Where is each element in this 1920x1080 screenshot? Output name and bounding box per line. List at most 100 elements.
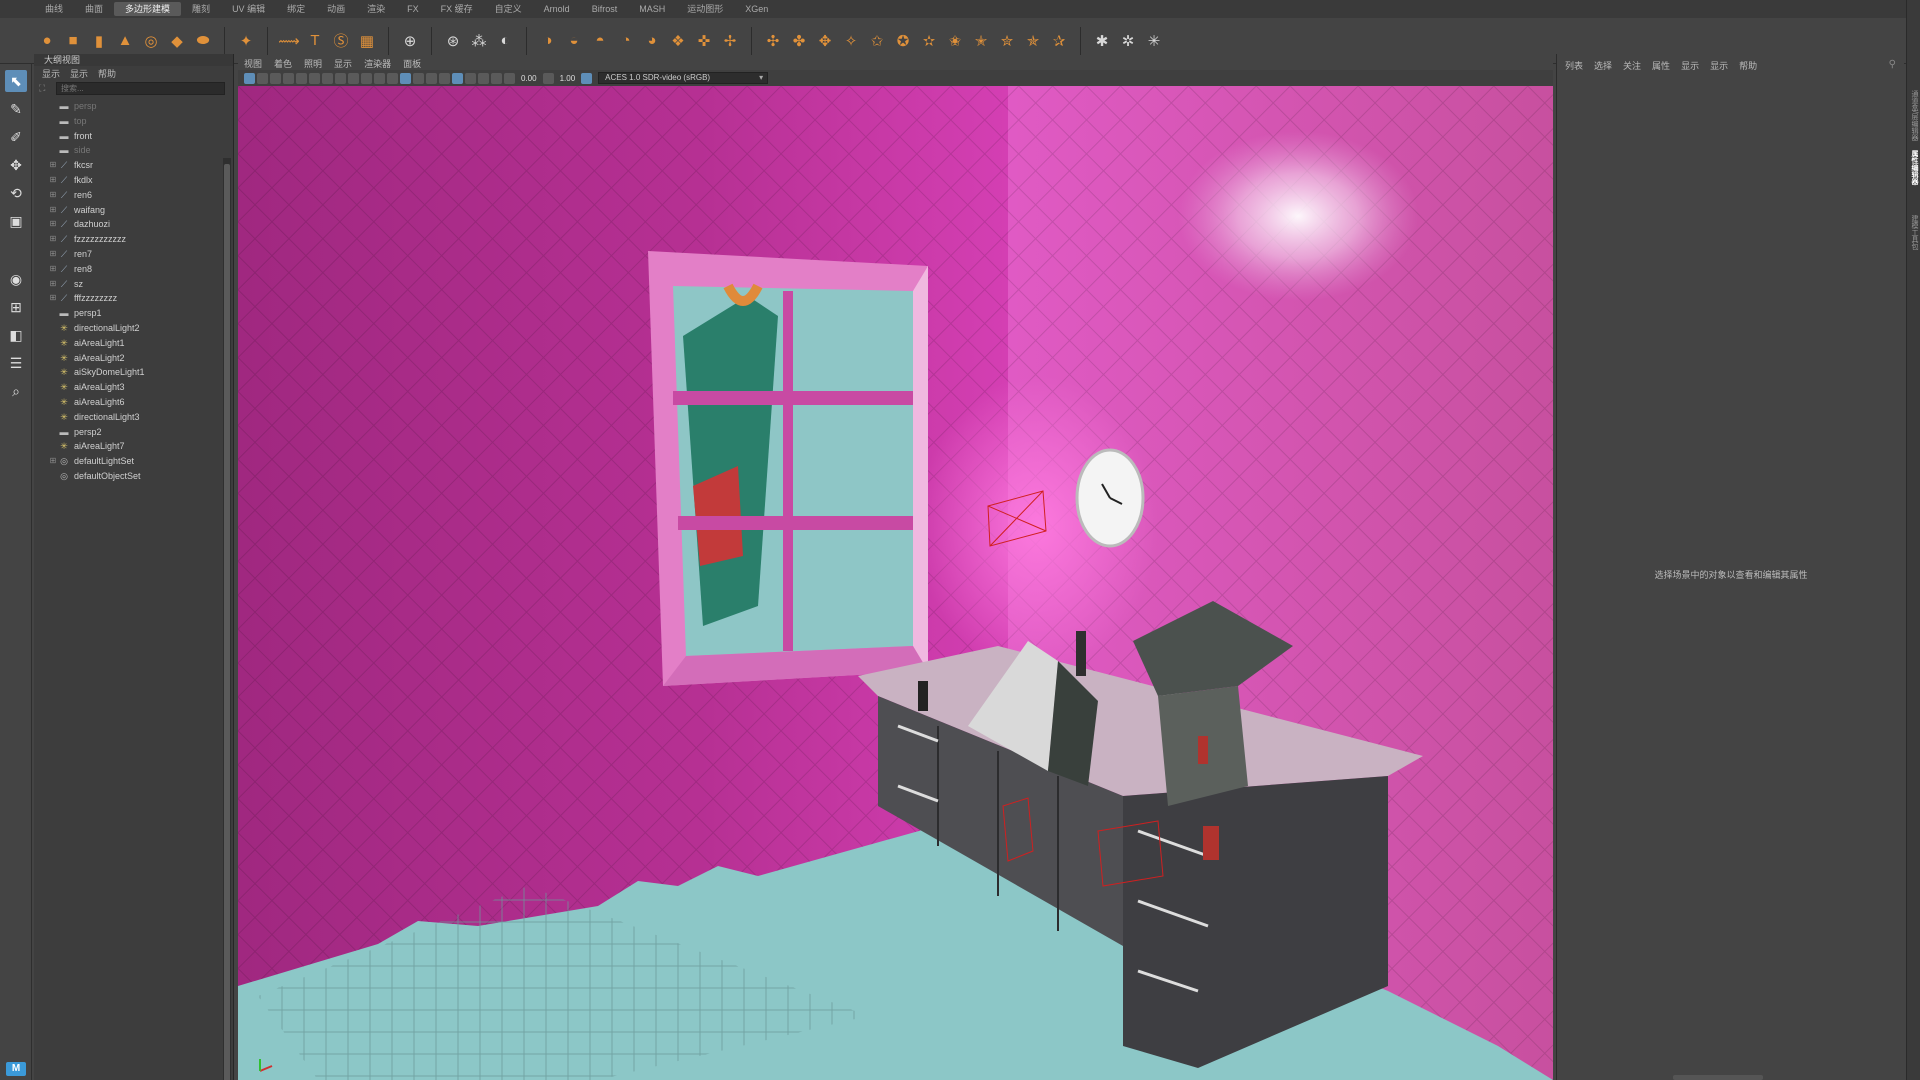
grid-icon[interactable]: ⊕ (399, 30, 421, 52)
select-camera-icon[interactable] (244, 72, 255, 84)
outliner-item[interactable]: ⊞ ⟋ fkdlx (48, 173, 233, 188)
color-management-icon[interactable] (581, 72, 593, 84)
plane-icon[interactable]: ◆ (166, 30, 188, 52)
viewport-menu-item[interactable]: 视图 (244, 57, 262, 70)
outliner-item[interactable]: ⊞ ⟋ waifang (48, 203, 233, 218)
gamma-field[interactable]: 1.00 (556, 74, 580, 83)
expand-icon[interactable]: ⊞ (48, 158, 58, 173)
attribute-editor-menu-item[interactable]: 显示 (1681, 59, 1699, 72)
shelf-tab[interactable]: 运动图形 (676, 2, 734, 16)
outliner-menu-item[interactable]: 显示 (42, 67, 60, 80)
shelf-tab[interactable]: 绑定 (276, 2, 316, 16)
sphere-icon[interactable]: ● (36, 30, 58, 52)
safe-title-icon[interactable] (374, 72, 385, 84)
expand-icon[interactable]: ⊞ (48, 232, 58, 247)
outliner-item[interactable]: ⊞ ⟋ sz (48, 277, 233, 292)
image-plane-icon[interactable] (283, 72, 294, 84)
bridge-icon[interactable]: ✤ (788, 30, 810, 52)
shelf-tab[interactable]: XGen (734, 2, 779, 16)
isolate-select-icon[interactable] (452, 72, 463, 84)
disc-icon[interactable]: ⬬ (192, 30, 214, 52)
bookmarks-icon[interactable] (270, 72, 281, 84)
lasso-tool-icon[interactable]: ✎ (5, 98, 27, 120)
attribute-editor-menu-item[interactable]: 列表 (1565, 59, 1583, 72)
attribute-editor-menu-item[interactable]: 关注 (1623, 59, 1641, 72)
safe-action-icon[interactable] (361, 72, 372, 84)
superellipse-icon[interactable]: ✦ (235, 30, 257, 52)
3d-viewport[interactable] (238, 86, 1553, 1080)
paint-select-icon[interactable]: ✐ (5, 126, 27, 148)
xray-joints-icon[interactable] (478, 72, 489, 84)
smooth-shade-icon[interactable] (400, 72, 411, 84)
textured-icon[interactable] (413, 72, 424, 84)
sweep-icon[interactable]: ⟿ (278, 30, 300, 52)
four-view-icon[interactable]: ⊞ (5, 296, 27, 318)
expand-icon[interactable]: ⊞ (48, 203, 58, 218)
text-icon[interactable]: Ⓢ (330, 30, 352, 52)
outliner-layout-icon[interactable]: ☰ (5, 352, 27, 374)
outliner-item[interactable]: ⊞ ⟋ ren8 (48, 262, 233, 277)
scale-tool-icon[interactable]: ▣ (5, 210, 27, 232)
outliner-scroll-thumb[interactable] (224, 164, 230, 1080)
outliner-item[interactable]: ✳ aiAreaLight2 (48, 351, 233, 366)
attribute-editor-scrollbar[interactable] (1673, 1075, 1763, 1080)
attribute-editor-menu-item[interactable]: 帮助 (1739, 59, 1757, 72)
outliner-item[interactable]: ▬ side (48, 143, 233, 158)
exposure-field[interactable]: 0.00 (517, 74, 541, 83)
outliner-item[interactable]: ✳ aiAreaLight7 (48, 439, 233, 454)
gate-mask-icon[interactable] (335, 72, 346, 84)
shelf-tab[interactable]: 多边形建模 (114, 2, 182, 16)
extrude-icon[interactable]: ✣ (762, 30, 784, 52)
outliner-item[interactable]: ✳ aiAreaLight3 (48, 380, 233, 395)
camera-attributes-icon[interactable] (257, 72, 268, 84)
expand-icon[interactable]: ⊞ (48, 217, 58, 232)
outliner-item[interactable]: ⊞ ⟋ fkcsr (48, 158, 233, 173)
backface-icon[interactable] (491, 72, 502, 84)
shelf-tab[interactable]: Bifrost (581, 2, 629, 16)
slide-edge-icon[interactable]: ✰ (1048, 30, 1070, 52)
freeze-icon[interactable]: ◐ (494, 30, 516, 52)
search-tool-icon[interactable]: ⌕ (5, 380, 27, 402)
select-tool-icon[interactable]: ⬉ (5, 70, 27, 92)
shelf-tab[interactable]: 雕刻 (181, 2, 221, 16)
viewport-menu-item[interactable]: 渲染器 (364, 57, 391, 70)
outliner-item[interactable]: ✳ aiAreaLight1 (48, 336, 233, 351)
shelf-tab[interactable]: 渲染 (356, 2, 396, 16)
collapse-icon[interactable]: ✭ (970, 30, 992, 52)
attribute-editor-menu-item[interactable]: 显示 (1710, 59, 1728, 72)
outliner-item[interactable]: ▬ front (48, 129, 233, 144)
uv-planar-icon[interactable]: ✱ (1091, 30, 1113, 52)
outliner-item[interactable]: ✳ directionalLight3 (48, 410, 233, 425)
insert-loop-icon[interactable]: ✮ (996, 30, 1018, 52)
exposure-icon[interactable] (504, 72, 515, 84)
attribute-editor-menu-item[interactable]: 属性 (1652, 59, 1670, 72)
expand-icon[interactable]: ⊞ (48, 247, 58, 262)
outliner-item[interactable]: ✳ aiSkyDomeLight1 (48, 365, 233, 380)
boolean-icon[interactable]: ◕ (641, 30, 663, 52)
viewport-menu-item[interactable]: 面板 (403, 57, 421, 70)
viewport-menu-item[interactable]: 着色 (274, 57, 292, 70)
expand-icon[interactable]: ⊞ (48, 262, 58, 277)
maya-logo[interactable]: M (6, 1062, 26, 1076)
field-chart-icon[interactable] (348, 72, 359, 84)
cube-icon[interactable]: ■ (62, 30, 84, 52)
outliner-item[interactable]: ⊞ ◎ defaultLightSet (48, 454, 233, 469)
attribute-editor-menu-item[interactable]: 选择 (1594, 59, 1612, 72)
outliner-search-input[interactable]: 搜索... ⛶ (39, 82, 225, 95)
outliner-item[interactable]: ⊞ ⟋ dazhuozi (48, 217, 233, 232)
cylinder-icon[interactable]: ▮ (88, 30, 110, 52)
outliner-item[interactable]: ⊞ ⟋ fzzzzzzzzzzz (48, 232, 233, 247)
outliner-item[interactable]: ✳ aiAreaLight6 (48, 395, 233, 410)
outliner-menu-item[interactable]: 帮助 (98, 67, 116, 80)
grid-toggle-icon[interactable] (296, 72, 307, 84)
outliner-item[interactable]: ▬ persp2 (48, 425, 233, 440)
uv-auto-icon[interactable]: ✳ (1143, 30, 1165, 52)
outliner-item[interactable]: ▬ top (48, 114, 233, 129)
viewport-menu-item[interactable]: 照明 (304, 57, 322, 70)
retopo-icon[interactable]: ✜ (693, 30, 715, 52)
shelf-tab[interactable]: 自定义 (484, 2, 533, 16)
remesh-icon[interactable]: ❖ (667, 30, 689, 52)
center-pivot-icon[interactable]: ⊛ (442, 30, 464, 52)
type-icon[interactable]: T (304, 30, 326, 52)
outliner-item[interactable]: ▬ persp (48, 99, 233, 114)
